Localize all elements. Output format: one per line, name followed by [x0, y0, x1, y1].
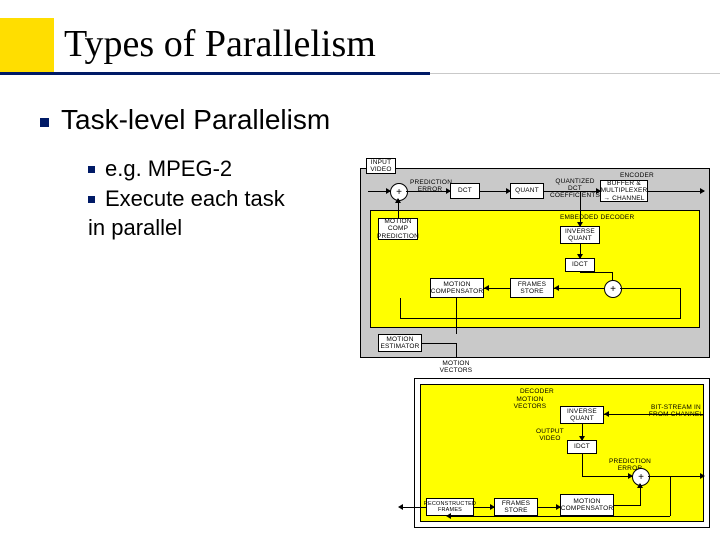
title-underline — [0, 72, 430, 75]
wire — [580, 272, 613, 273]
decoder-label: DECODER — [520, 388, 554, 395]
wire — [400, 318, 681, 319]
arrowhead-icon — [446, 513, 451, 519]
arrowhead-icon — [604, 411, 609, 417]
decoder-motion-compensator-box: MOTION COMPENSATOR — [560, 494, 614, 516]
wire — [648, 476, 704, 477]
idct-box: IDCT — [565, 258, 595, 272]
wire — [580, 191, 581, 226]
quantized-dct-label: QUANTIZED DCT COEFFICIENTS — [550, 178, 600, 199]
embedded-decoder-label: EMBEDDED DECODER — [560, 214, 634, 221]
arrowhead-icon — [700, 473, 705, 479]
buffer-output-box: BUFFER & MULTIPLEXER → CHANNEL — [600, 180, 648, 202]
decoder-idct-box: IDCT — [567, 440, 597, 454]
adder-circle: + — [604, 280, 622, 298]
decoder-motion-vectors-label: MOTION VECTORS — [510, 396, 550, 410]
arrowhead-icon — [554, 285, 559, 291]
output-video-label: OUTPUT VIDEO — [530, 428, 570, 442]
wire — [648, 191, 704, 192]
arrowhead-icon — [637, 483, 643, 488]
bullet-level1: Task-level Parallelism — [40, 104, 680, 136]
motion-estimator-box: MOTION ESTIMATOR — [378, 334, 422, 352]
wire — [448, 516, 670, 517]
input-video-box: INPUT VIDEO — [366, 158, 396, 174]
inverse-quant-box: INVERSE QUANT — [560, 226, 600, 244]
encoder-label: ENCODER — [620, 172, 654, 179]
wire — [620, 288, 680, 289]
bitstream-in-label: BIT-STREAM IN FROM CHANNEL — [648, 404, 704, 418]
motion-vectors-label: MOTION VECTORS — [436, 360, 476, 374]
decoder-frames-store-box: FRAMES STORE — [494, 498, 538, 516]
decoder-inverse-quant-box: INVERSE QUANT — [560, 406, 604, 424]
quant-box: QUANT — [510, 183, 544, 199]
wire — [580, 272, 581, 273]
wire — [400, 507, 426, 508]
arrowhead-icon — [395, 198, 401, 203]
motion-compensator-box: MOTION COMPENSATOR — [430, 278, 484, 298]
arrowhead-icon — [490, 504, 495, 510]
bullet-square-icon — [40, 118, 49, 127]
wire — [456, 298, 457, 334]
arrowhead-icon — [700, 188, 705, 194]
bullet-text: Task-level Parallelism — [61, 104, 330, 135]
slide: Types of Parallelism Task-level Parallel… — [0, 0, 720, 540]
wire — [422, 343, 456, 344]
dct-box: DCT — [450, 183, 480, 199]
bullet-square-icon — [88, 196, 95, 203]
title-underline-thin — [430, 73, 720, 74]
bullet-text: e.g. MPEG-2 — [105, 156, 232, 181]
wire — [582, 476, 632, 477]
arrowhead-icon — [556, 504, 561, 510]
wire — [554, 288, 604, 289]
arrowhead-icon — [386, 188, 391, 194]
arrowhead-icon — [398, 504, 403, 510]
wire — [456, 343, 457, 357]
arrowhead-icon — [484, 285, 489, 291]
motion-comp-pred-box: MOTION COMP PREDICTION — [378, 218, 418, 240]
frames-store-box: FRAMES STORE — [510, 278, 554, 298]
wire — [680, 288, 681, 318]
bullet-text: in parallel — [88, 215, 182, 240]
wire — [406, 191, 450, 192]
wire — [604, 414, 704, 415]
embedded-decoder-panel — [370, 210, 700, 328]
wire — [582, 454, 583, 476]
wire — [614, 505, 640, 506]
wire — [670, 476, 671, 516]
bullet-text: Execute each task — [105, 186, 285, 211]
title-accent-square — [0, 18, 54, 72]
mpeg2-diagram: INPUT VIDEO ENCODER + PREDICTION ERROR D… — [360, 158, 710, 528]
slide-title: Types of Parallelism — [64, 22, 376, 66]
bullet-square-icon — [88, 166, 95, 173]
wire — [612, 272, 613, 280]
wire — [400, 298, 401, 318]
